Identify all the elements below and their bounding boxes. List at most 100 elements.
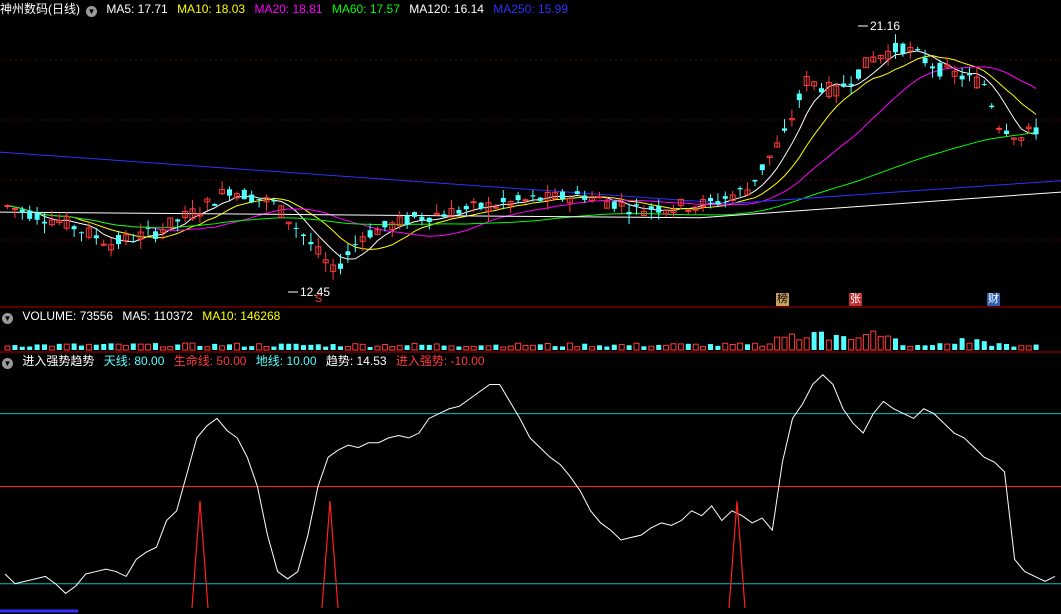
volume-bar [448,345,455,351]
volume-value: VOLUME: 73556 [22,309,114,323]
candle-body [685,209,692,212]
candle-body [175,219,181,222]
candle-body [11,207,18,210]
candle-body [463,205,469,210]
volume-bar [796,339,803,351]
volume-bar [115,343,122,351]
candle-body [930,66,935,69]
volume-bar [137,343,144,351]
volume-bar [825,339,832,351]
volume-bar [715,345,721,350]
signal-tag-bang[interactable]: 榜 [776,293,789,306]
volume-bar [656,344,662,350]
volume-bar [426,344,432,350]
volume-bar [249,346,255,350]
volume-bar [922,345,928,350]
candle-body [819,88,824,93]
candle-body [560,191,565,200]
chevron-down-icon[interactable]: ▼ [86,6,97,17]
volume-bar [597,345,602,350]
volume-bar [71,343,77,350]
candle-body [634,204,639,206]
indicator-name[interactable]: 进入强势趋势 [22,354,94,368]
chevron-down-icon[interactable]: ▼ [2,313,13,324]
candle-body [145,227,151,229]
candle-body [715,201,721,205]
signal-tag-cai[interactable]: 财 [987,293,1000,306]
trend-line [4,374,1056,595]
entry-signal-spike [191,500,209,609]
volume-bar [626,345,632,350]
candle-body [93,235,99,239]
volume-bar [175,344,181,350]
candle-body [500,197,506,203]
volume-bar [159,346,166,351]
volume-bar [552,346,558,350]
candle-body [522,199,529,202]
volume-bar [974,339,980,350]
candle-body [967,74,972,76]
volume-bar [145,343,152,351]
volume-bar [34,344,40,350]
indicator-header: ▼ 进入强势趋势 天线: 80.00 生命线: 50.00 地线: 10.00 … [0,353,491,369]
volume-bar [952,343,958,350]
candle-body [989,105,995,108]
candle-body [893,42,898,53]
candle-body [404,215,410,225]
ma10-label: MA10: 18.03 [177,2,246,16]
candle-body [352,244,358,246]
volume-bar [56,343,62,350]
volume-header: ▼ VOLUME: 73556 MA5: 110372 MA10: 146268 [0,308,286,324]
volume-bar [751,342,758,351]
volume-bar [478,345,484,350]
ma60-label: MA60: 17.57 [331,2,400,16]
candle-body [708,197,713,202]
volume-bar [301,345,306,350]
candle-body [582,195,588,200]
volume-bar [493,344,499,350]
volume-bar [456,346,462,350]
ma20-label: MA20: 18.81 [254,2,323,16]
volume-ma5: MA5: 110372 [122,309,193,323]
volume-bar [685,343,691,350]
chevron-down-icon[interactable]: ▼ [2,358,13,369]
candle-body [271,200,277,202]
stock-title[interactable]: 神州数码(日线) [0,2,80,16]
volume-bar [374,345,381,351]
volume-bar [774,336,781,351]
volume-bar [862,333,869,351]
volume-bar [433,343,440,351]
volume-bar [855,337,862,351]
candle-body [856,69,861,79]
candle-body [19,209,25,212]
volume-bar [389,346,396,351]
volume-bar [766,343,773,351]
volume-bar [271,346,277,350]
volume-bar [42,344,47,350]
volume-bar [729,343,736,351]
volume-bar [981,341,987,350]
high-price-label: 21.16 [870,19,900,33]
ma-line [7,66,1037,237]
ma5-label: MA5: 17.71 [106,2,168,16]
jinru-label: 进入强势: -10.00 [395,354,485,368]
volume-bar [915,345,921,350]
volume-bar [278,343,284,350]
candle-body [900,43,906,54]
volume-bar [122,344,129,351]
volume-bar [330,344,336,350]
volume-bar [227,344,232,350]
candle-body [116,235,121,245]
candle-body [848,83,854,86]
candle-body [42,221,47,224]
signal-tag-s[interactable]: S [312,293,325,306]
volume-bar [19,346,25,350]
candle-body [611,201,617,209]
signal-tag-zhang[interactable]: 张 [849,293,862,306]
volume-bar [641,346,647,350]
volume-bar [819,331,824,350]
candle-body [626,211,632,215]
volume-bar [708,344,713,350]
ma250-label: MA250: 15.99 [493,2,569,16]
volume-bar [537,344,543,350]
